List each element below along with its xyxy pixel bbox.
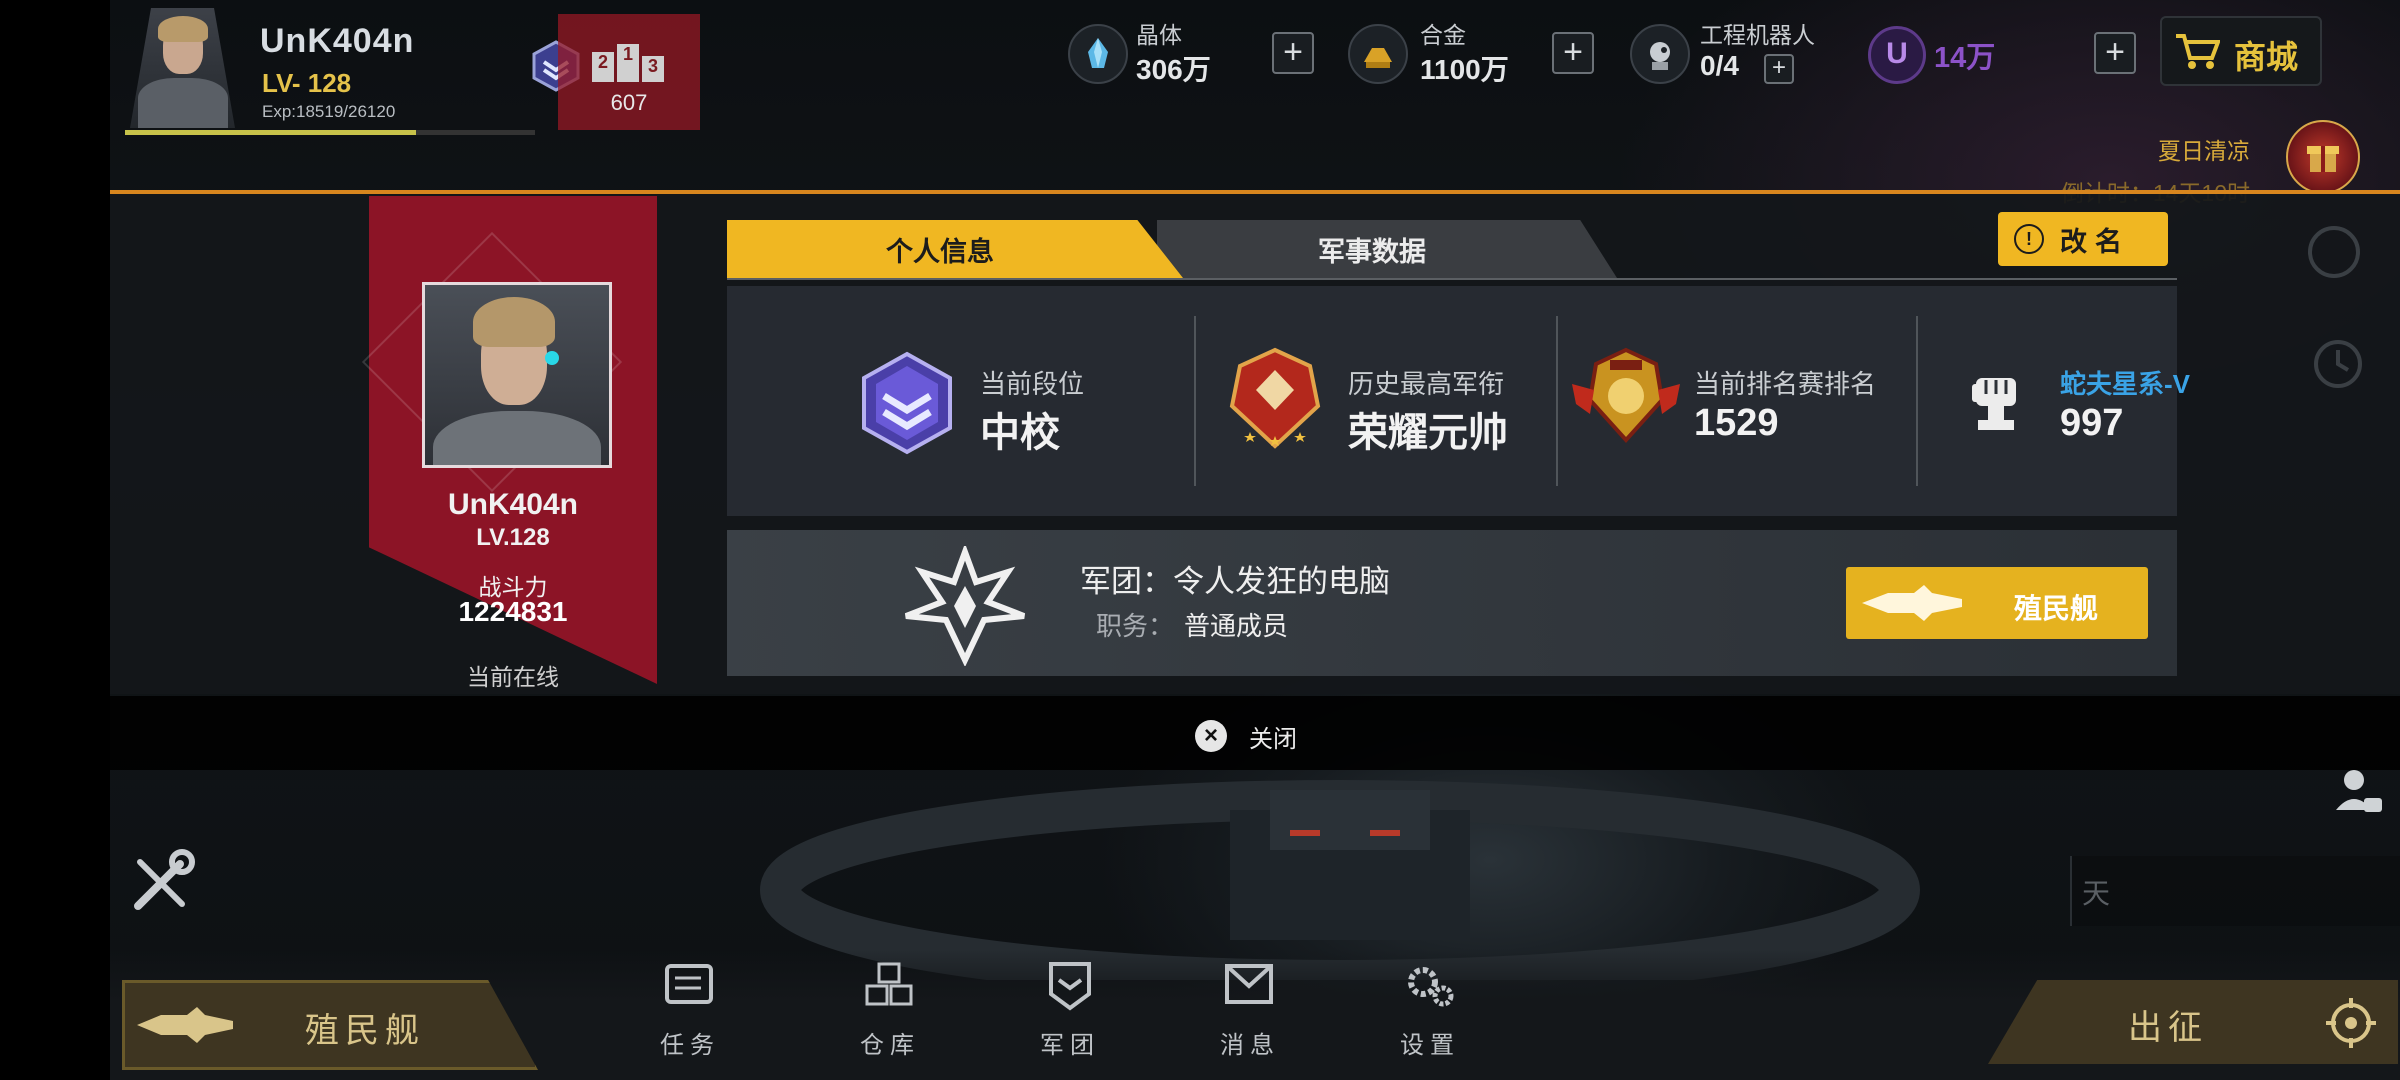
nav-warehouse[interactable]: 仓库 [830,960,950,1060]
online-status: 当前在线 [467,664,559,690]
gift-event-icon[interactable] [2286,120,2360,194]
premium-currency-icon: U [1868,26,1926,84]
close-label: 关闭 [1249,725,1297,753]
tab-personal-info[interactable]: 个人信息 [727,220,1183,278]
profile-portrait [422,282,612,468]
nav-warehouse-label: 仓库 [860,1032,920,1059]
stats-divider [1916,316,1918,486]
add-alloy-button[interactable]: + [1552,32,1594,74]
settings-icon [1408,967,1454,1007]
expedition-label: 出征 [2128,1009,2208,1047]
colony-ship-main-button[interactable]: 殖民舰 [122,980,538,1070]
nav-task[interactable]: 任务 [630,960,750,1060]
tab-underline [727,278,2177,280]
nav-message-label: 消息 [1220,1032,1280,1059]
trophy-badge-icon [1572,347,1680,443]
player-level: LV- 128 [262,68,352,98]
highest-rank-value: 荣耀元帅 [1348,411,1508,455]
event-title[interactable]: 夏日清凉 [1950,132,2250,166]
game-screen: UnK404n LV- 128 Exp:18519/26120 2 1 3 60… [110,0,2400,1080]
nav-settings-label: 设置 [1400,1032,1460,1059]
exp-progress-fill [125,130,416,135]
friend-icon[interactable] [2330,764,2386,820]
rename-button[interactable]: ! 改名 [1998,212,2168,266]
tab-military-data[interactable]: 军事数据 [1157,220,1617,278]
current-rank-value: 中校 [980,411,1060,455]
profile-level: LV.128 [476,524,550,551]
robot-value: 0/4 [1700,50,1739,81]
highest-rank-label: 历史最高军衔 [1348,369,1505,399]
colony-ship-main-label: 殖民舰 [305,1012,425,1050]
message-icon [1225,964,1273,1004]
stats-divider [1194,316,1196,486]
close-button[interactable]: × 关闭 [1195,716,1335,756]
task-icon [665,964,713,1004]
chat-hint: 天 [2082,878,2111,909]
alloy-icon [1348,24,1408,84]
nav-legion-label: 军团 [1040,1032,1100,1059]
shop-button[interactable]: 商城 [2160,16,2322,86]
galaxy-value: 997 [2060,402,2124,444]
nav-task-label: 任务 [660,1032,720,1059]
add-premium-button[interactable]: + [2094,32,2136,74]
ranked-match-label: 当前排名赛排名 [1694,369,1877,399]
legion-icon [1049,962,1091,1011]
robot-label: 工程机器人 [1700,22,1815,48]
alert-icon: ! [2014,224,2044,254]
galaxy-label: 蛇夫星系-V [2060,369,2191,399]
player-avatar[interactable] [130,8,235,128]
close-icon: × [1195,720,1227,752]
nav-settings[interactable]: 设置 [1370,960,1490,1060]
wrench-tools-icon[interactable] [126,848,196,918]
robot-icon [1630,24,1690,84]
warehouse-icon [865,962,913,1006]
crystal-value: 306万 [1136,54,1211,85]
current-rank-label: 当前段位 [980,369,1085,399]
power-value: 1224831 [458,596,568,627]
ranked-match-value: 1529 [1694,402,1779,444]
crystal-icon [1068,24,1128,84]
player-exp: Exp:18519/26120 [262,102,396,121]
colony-ship-icon [1862,585,1962,621]
colony-ship-label: 殖民舰 [2014,593,2099,624]
cart-icon [2176,34,2220,69]
rank-chevron-icon [862,351,952,455]
colony-ship-icon [137,1007,233,1043]
crosshair-icon [2326,998,2376,1048]
podium-value: 607 [610,90,648,115]
stats-divider [1556,316,1558,486]
legion-role-value: 普通成员 [1184,611,1289,641]
chat-box[interactable]: 天 [2070,856,2400,926]
profile-name: UnK404n [447,488,579,521]
alloy-label: 合金 [1420,22,1466,48]
premium-currency-value: 14万 [1934,42,1996,74]
legion-role-key: 职务： [1096,611,1175,641]
space-station-background [760,780,1920,980]
side-ring-icon[interactable] [2306,224,2362,280]
shop-label: 商城 [2234,39,2299,75]
podium-icon: 2 1 3 [592,44,664,82]
rename-label: 改名 [2060,226,2130,257]
add-crystal-button[interactable]: + [1272,32,1314,74]
legion-name: 军团：令人发狂的电脑 [1080,564,1390,599]
expedition-button[interactable]: 出征 [1988,980,2398,1064]
add-robot-button[interactable]: + [1764,54,1794,84]
fist-trophy-icon [1972,378,2016,430]
alloy-value: 1100万 [1420,54,1509,85]
legion-emblem-icon [904,546,1026,666]
nav-message[interactable]: 消息 [1190,960,1310,1060]
nav-legion[interactable]: 军团 [1010,960,1130,1060]
marshal-medal-icon [1229,347,1321,449]
colony-ship-button[interactable]: 殖民舰 [1846,567,2148,639]
ranking-podium-button[interactable]: 2 1 3 607 [558,14,700,130]
player-name: UnK404n [260,22,415,60]
exp-progress-bar [125,130,535,135]
clock-icon[interactable] [2310,336,2366,392]
crystal-label: 晶体 [1136,22,1182,48]
